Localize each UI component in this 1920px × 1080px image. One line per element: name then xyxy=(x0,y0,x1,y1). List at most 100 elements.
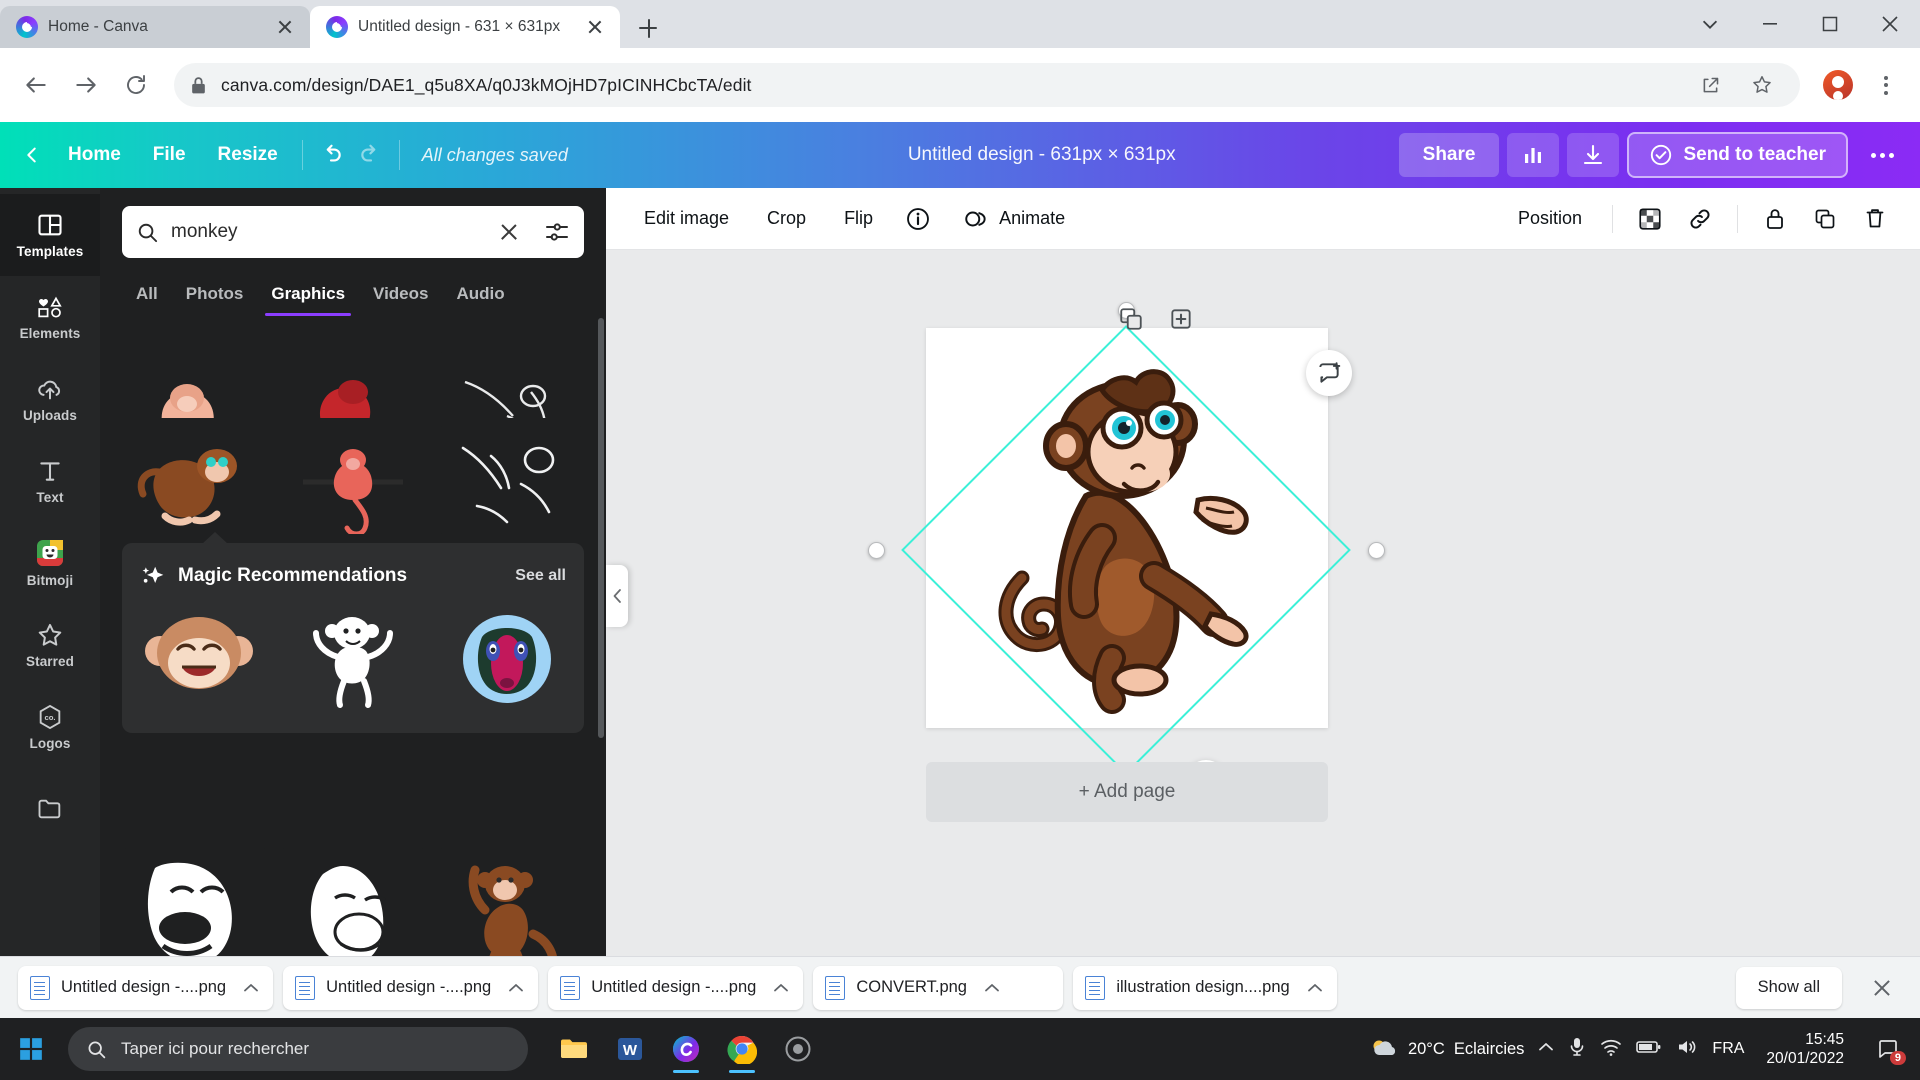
sidebar-item-starred[interactable]: Starred xyxy=(0,604,100,686)
clear-search-icon[interactable] xyxy=(496,219,522,245)
edit-image-button[interactable]: Edit image xyxy=(628,198,745,240)
collapse-panel-button[interactable] xyxy=(606,565,628,627)
canva-app-icon[interactable] xyxy=(662,1023,710,1075)
sidebar-item-uploads[interactable]: Uploads xyxy=(0,358,100,440)
chrome-icon[interactable] xyxy=(718,1023,766,1075)
share-button[interactable]: Share xyxy=(1398,133,1500,177)
close-tab-icon[interactable] xyxy=(274,16,296,38)
maximize-button[interactable] xyxy=(1800,0,1860,48)
download-item[interactable]: Untitled design -....png xyxy=(548,965,804,1010)
info-icon[interactable] xyxy=(895,198,941,240)
windows-start-icon[interactable] xyxy=(0,1018,62,1080)
word-icon[interactable]: W xyxy=(606,1023,654,1075)
download-item[interactable]: illustration design....png xyxy=(1073,965,1337,1010)
flip-button[interactable]: Flip xyxy=(828,198,889,240)
transparency-checker-icon[interactable] xyxy=(1627,198,1673,240)
download-item[interactable]: Untitled design -....png xyxy=(18,965,274,1010)
home-button[interactable]: Home xyxy=(52,133,137,177)
comment-icon[interactable] xyxy=(1306,350,1352,396)
link-icon[interactable] xyxy=(1677,198,1723,240)
chevron-up-icon[interactable] xyxy=(978,974,1006,1002)
tab-audio[interactable]: Audio xyxy=(442,274,518,316)
selection-handle-left[interactable] xyxy=(868,542,885,559)
chevron-up-icon[interactable] xyxy=(1301,974,1329,1002)
panel-scrollbar[interactable] xyxy=(598,318,604,738)
redo-icon[interactable] xyxy=(351,135,391,175)
new-tab-button[interactable] xyxy=(626,8,670,48)
insights-icon[interactable] xyxy=(1507,133,1560,177)
close-window-button[interactable] xyxy=(1860,0,1920,48)
send-to-teacher-button[interactable]: Send to teacher xyxy=(1627,132,1848,178)
sidebar-item-templates[interactable]: Templates xyxy=(0,194,100,276)
sidebar-item-elements[interactable]: Elements xyxy=(0,276,100,358)
magic-item-white-monkey[interactable] xyxy=(294,607,412,711)
sidebar-item-bitmoji[interactable]: Bitmoji xyxy=(0,522,100,604)
duplicate-page-icon[interactable] xyxy=(1114,302,1148,336)
microphone-icon[interactable] xyxy=(1568,1036,1586,1063)
magic-item-mandrill-avatar[interactable] xyxy=(448,607,566,711)
see-all-link[interactable]: See all xyxy=(515,567,566,585)
recorder-icon[interactable] xyxy=(774,1023,822,1075)
sidebar-item-logos[interactable]: co. Logos xyxy=(0,686,100,768)
result-thumb[interactable] xyxy=(280,352,426,418)
result-thumb[interactable] xyxy=(280,426,426,534)
trash-icon[interactable] xyxy=(1852,198,1898,240)
position-button[interactable]: Position xyxy=(1502,198,1598,240)
result-thumb[interactable] xyxy=(438,352,584,418)
share-icon[interactable] xyxy=(1688,63,1732,107)
chevron-up-icon[interactable] xyxy=(502,974,530,1002)
forward-button[interactable] xyxy=(64,63,108,107)
taskbar-clock[interactable]: 15:45 20/01/2022 xyxy=(1758,1030,1852,1069)
close-shelf-icon[interactable] xyxy=(1862,968,1902,1008)
selection-handle-right[interactable] xyxy=(1368,542,1385,559)
more-options-icon[interactable] xyxy=(1856,133,1908,177)
filter-sliders-icon[interactable] xyxy=(544,220,570,244)
search-input[interactable]: monkey xyxy=(122,206,584,258)
file-explorer-icon[interactable] xyxy=(550,1023,598,1075)
tab-search-icon[interactable] xyxy=(1680,0,1740,48)
browser-tab-1[interactable]: Home - Canva xyxy=(0,6,310,48)
taskbar-search-input[interactable]: Taper ici pour rechercher xyxy=(68,1027,528,1071)
crop-button[interactable]: Crop xyxy=(751,198,822,240)
back-button[interactable] xyxy=(14,63,58,107)
result-thumb[interactable] xyxy=(122,352,268,418)
lock-icon[interactable] xyxy=(1752,198,1798,240)
profile-avatar[interactable] xyxy=(1816,63,1860,107)
design-page[interactable] xyxy=(926,328,1328,728)
duplicate-icon[interactable] xyxy=(1802,198,1848,240)
chevron-up-icon[interactable] xyxy=(1538,1040,1554,1058)
chevron-left-icon[interactable] xyxy=(12,135,52,175)
undo-icon[interactable] xyxy=(311,135,351,175)
tab-videos[interactable]: Videos xyxy=(359,274,442,316)
wifi-icon[interactable] xyxy=(1600,1037,1622,1062)
battery-icon[interactable] xyxy=(1636,1039,1662,1060)
volume-icon[interactable] xyxy=(1676,1037,1698,1062)
language-indicator[interactable]: FRA xyxy=(1712,1040,1744,1058)
notification-icon[interactable]: 9 xyxy=(1866,1027,1910,1071)
animate-button[interactable]: Animate xyxy=(947,198,1081,240)
tab-all[interactable]: All xyxy=(122,274,172,316)
chevron-up-icon[interactable] xyxy=(237,974,265,1002)
show-all-downloads-button[interactable]: Show all xyxy=(1735,966,1842,1009)
star-icon[interactable] xyxy=(1740,63,1784,107)
chrome-menu-icon[interactable] xyxy=(1866,65,1906,105)
resize-button[interactable]: Resize xyxy=(202,133,294,177)
magic-item-monkey-face[interactable] xyxy=(140,607,258,711)
weather-widget[interactable]: 20°C Eclaircies xyxy=(1369,1036,1524,1062)
result-thumb[interactable] xyxy=(438,426,584,534)
chevron-up-icon[interactable] xyxy=(767,974,795,1002)
download-item[interactable]: Untitled design -....png xyxy=(283,965,539,1010)
download-item[interactable]: CONVERT.png xyxy=(813,965,1064,1010)
design-canvas[interactable]: + Add page xyxy=(606,250,1920,1020)
close-tab-icon[interactable] xyxy=(584,16,606,38)
add-page-icon[interactable] xyxy=(1164,302,1198,336)
reload-button[interactable] xyxy=(114,63,158,107)
address-bar[interactable]: canva.com/design/DAE1_q5u8XA/q0J3kMOjHD7… xyxy=(174,63,1800,107)
tab-photos[interactable]: Photos xyxy=(172,274,258,316)
tab-graphics[interactable]: Graphics xyxy=(257,274,359,316)
sidebar-item-text[interactable]: Text xyxy=(0,440,100,522)
minimize-button[interactable] xyxy=(1740,0,1800,48)
download-icon[interactable] xyxy=(1567,133,1620,177)
browser-tab-2[interactable]: Untitled design - 631 × 631px xyxy=(310,6,620,48)
sidebar-item-folder[interactable] xyxy=(0,768,100,850)
